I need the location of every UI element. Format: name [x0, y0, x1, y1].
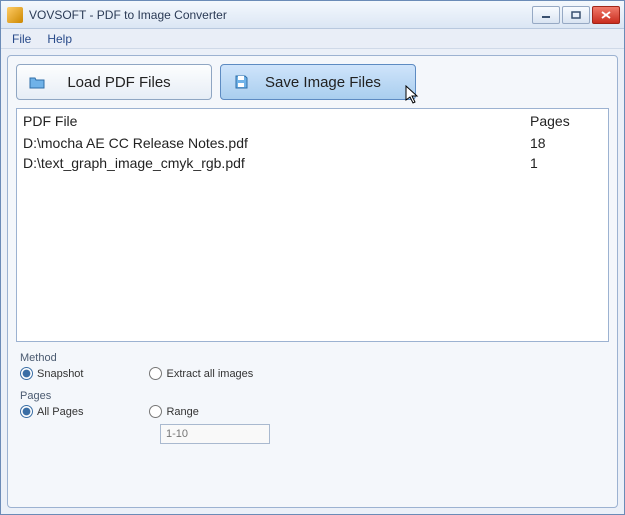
toolbar: Load PDF Files Save Image Files: [16, 64, 609, 100]
radio-all-pages-input[interactable]: [20, 405, 33, 418]
app-window: VOVSOFT - PDF to Image Converter File He…: [0, 0, 625, 515]
minimize-button[interactable]: [532, 6, 560, 24]
col-header-file: PDF File: [23, 113, 530, 129]
folder-open-icon: [29, 74, 45, 90]
save-icon: [233, 74, 249, 90]
pages-options: All Pages Range: [16, 405, 609, 418]
cell-pages: 18: [530, 135, 602, 151]
minimize-icon: [541, 11, 551, 19]
close-icon: [601, 11, 611, 19]
cell-pages: 1: [530, 155, 602, 171]
load-pdf-label: Load PDF Files: [57, 74, 170, 91]
radio-snapshot[interactable]: Snapshot: [20, 367, 83, 380]
radio-all-pages[interactable]: All Pages: [20, 405, 83, 418]
method-label: Method: [20, 352, 609, 364]
maximize-button[interactable]: [562, 6, 590, 24]
menubar: File Help: [1, 29, 624, 49]
col-header-pages: Pages: [530, 113, 602, 129]
pages-label: Pages: [20, 390, 609, 402]
titlebar: VOVSOFT - PDF to Image Converter: [1, 1, 624, 29]
cell-file: D:\mocha AE CC Release Notes.pdf: [23, 135, 530, 151]
mouse-cursor-icon: [405, 85, 421, 105]
radio-range-input[interactable]: [149, 405, 162, 418]
radio-snapshot-input[interactable]: [20, 367, 33, 380]
list-body: D:\mocha AE CC Release Notes.pdf 18 D:\t…: [17, 133, 608, 173]
radio-extract[interactable]: Extract all images: [149, 367, 253, 380]
table-row[interactable]: D:\text_graph_image_cmyk_rgb.pdf 1: [17, 153, 608, 173]
radio-extract-label: Extract all images: [166, 368, 253, 380]
table-row[interactable]: D:\mocha AE CC Release Notes.pdf 18: [17, 133, 608, 153]
radio-range[interactable]: Range: [149, 405, 198, 418]
method-section: Method Snapshot Extract all images: [16, 352, 609, 380]
pages-section: Pages All Pages Range: [16, 390, 609, 444]
load-pdf-button[interactable]: Load PDF Files: [16, 64, 212, 100]
close-button[interactable]: [592, 6, 620, 24]
maximize-icon: [571, 11, 581, 19]
radio-extract-input[interactable]: [149, 367, 162, 380]
window-controls: [532, 6, 620, 24]
menu-help[interactable]: Help: [40, 31, 79, 47]
method-options: Snapshot Extract all images: [16, 367, 609, 380]
list-header: PDF File Pages: [17, 109, 608, 133]
save-image-button[interactable]: Save Image Files: [220, 64, 416, 100]
save-image-label: Save Image Files: [255, 74, 381, 91]
app-icon: [7, 7, 23, 23]
window-title: VOVSOFT - PDF to Image Converter: [29, 8, 532, 22]
cell-file: D:\text_graph_image_cmyk_rgb.pdf: [23, 155, 530, 171]
menu-file[interactable]: File: [5, 31, 38, 47]
file-list[interactable]: PDF File Pages D:\mocha AE CC Release No…: [16, 108, 609, 342]
radio-snapshot-label: Snapshot: [37, 368, 83, 380]
radio-all-pages-label: All Pages: [37, 406, 83, 418]
content-panel: Load PDF Files Save Image Files PDF File…: [7, 55, 618, 508]
radio-range-label: Range: [166, 406, 198, 418]
range-input[interactable]: [160, 424, 270, 444]
